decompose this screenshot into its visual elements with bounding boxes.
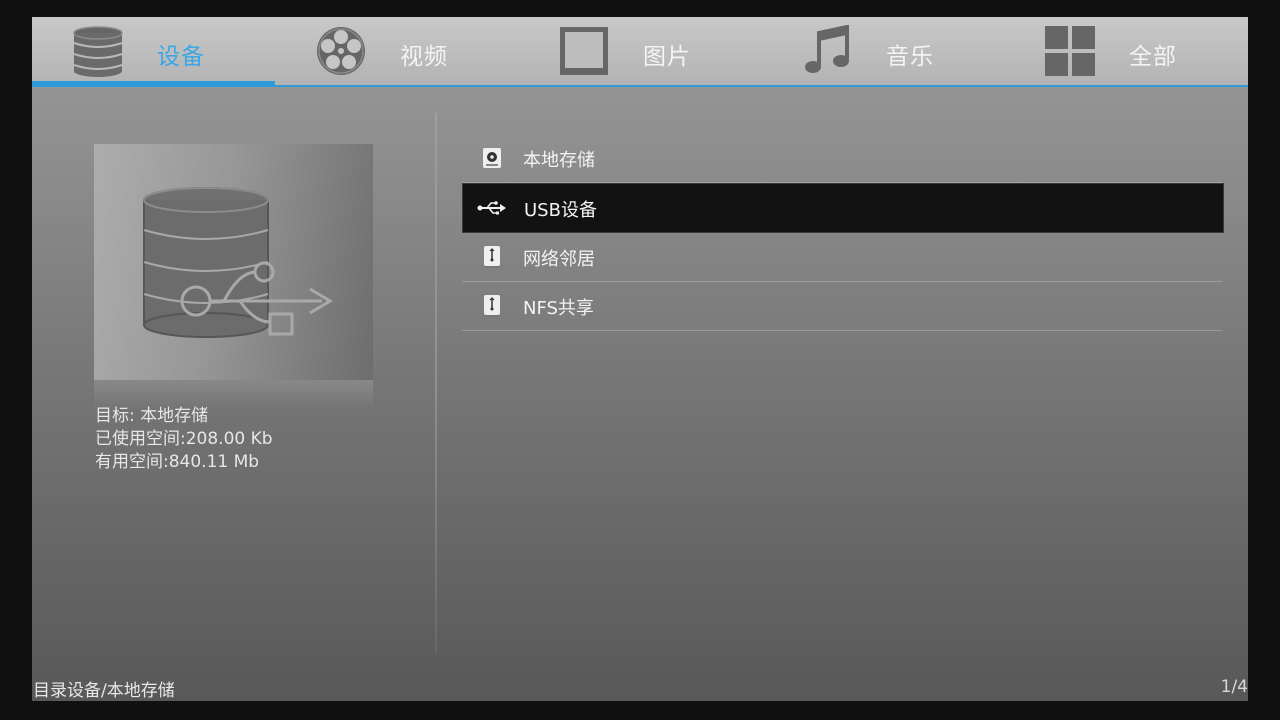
device-list: 本地存储 USB设备 网络邻居 NFS共享 [462, 134, 1224, 331]
used-space-info: 已使用空间:208.00 Kb [95, 429, 273, 449]
list-item-nfs-share[interactable]: NFS共享 [462, 282, 1222, 331]
page-indicator: 1/4 [1220, 677, 1248, 697]
tab-label: 图片 [643, 44, 691, 70]
media-center-screen: 设备 视频 图片 音乐 全部 目标: 本地存储 已使用空间:208.00 Kb … [32, 17, 1248, 701]
list-item-label: 网络邻居 [523, 249, 595, 270]
network-drive-icon [484, 246, 500, 268]
free-space-info: 有用空间:840.11 Mb [95, 452, 260, 472]
database-icon [73, 26, 123, 77]
device-preview [94, 144, 373, 380]
breadcrumb: 目录设备/本地存储 [33, 681, 175, 701]
grid-icon [1045, 26, 1095, 76]
list-item-local-storage[interactable]: 本地存储 [462, 134, 1222, 183]
film-reel-icon [317, 27, 365, 75]
list-item-label: NFS共享 [523, 298, 594, 319]
list-item-network-neighborhood[interactable]: 网络邻居 [462, 233, 1222, 282]
tab-videos[interactable]: 视频 [275, 17, 518, 85]
tab-label: 全部 [1129, 44, 1177, 70]
usb-icon [477, 201, 506, 215]
music-note-icon [805, 25, 849, 73]
panel-divider [435, 113, 437, 653]
picture-frame-icon [560, 27, 608, 75]
tab-music[interactable]: 音乐 [761, 17, 1004, 85]
category-tab-bar: 设备 视频 图片 音乐 全部 [32, 17, 1248, 87]
target-info: 目标: 本地存储 [95, 406, 209, 426]
tab-label: 视频 [400, 44, 448, 70]
local-disk-icon [483, 148, 501, 168]
list-item-label: USB设备 [524, 200, 597, 221]
tab-pictures[interactable]: 图片 [518, 17, 761, 85]
network-drive-icon [484, 295, 500, 317]
tab-devices[interactable]: 设备 [32, 17, 275, 87]
active-tab-indicator [32, 81, 275, 87]
tab-all[interactable]: 全部 [1004, 17, 1247, 85]
tab-label: 设备 [157, 44, 205, 70]
list-item-label: 本地存储 [523, 150, 595, 171]
database-usb-icon [143, 187, 333, 338]
tab-label: 音乐 [886, 44, 934, 70]
list-item-usb-device[interactable]: USB设备 [462, 183, 1224, 233]
